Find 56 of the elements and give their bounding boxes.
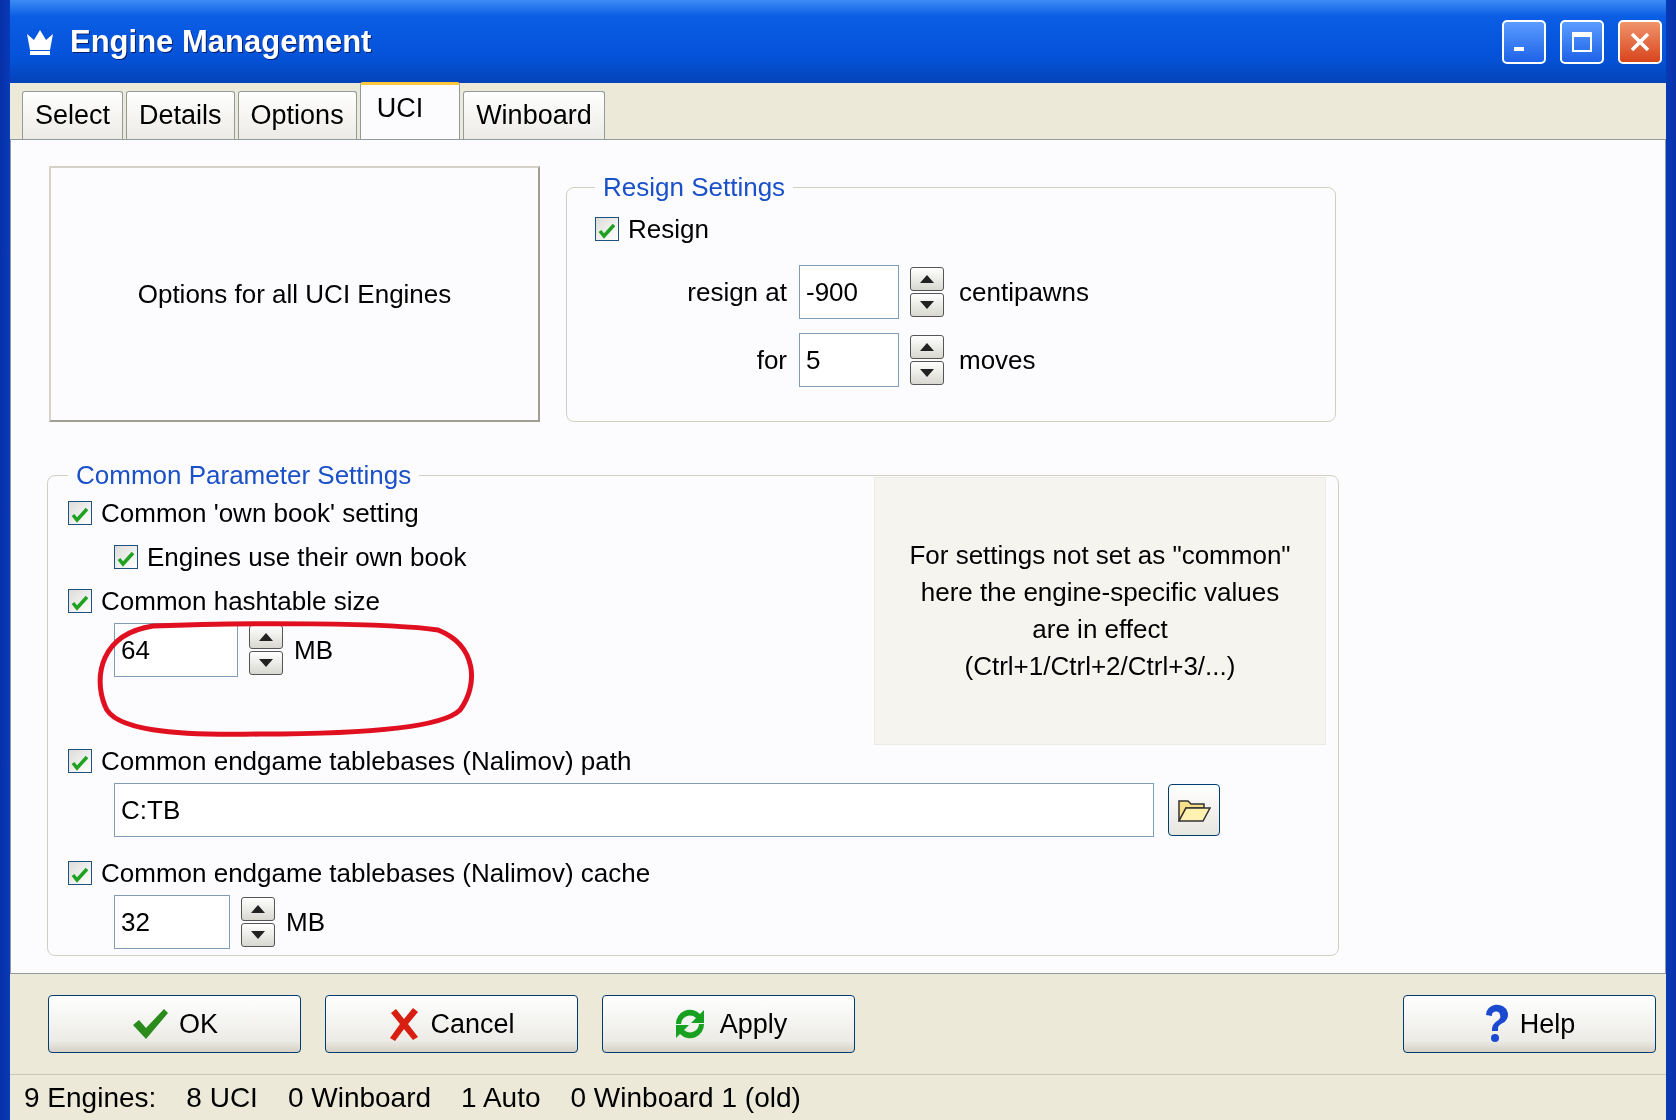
close-icon: [388, 1007, 421, 1041]
browse-button[interactable]: [1168, 784, 1220, 836]
spinner-buttons[interactable]: [907, 265, 947, 319]
number-field[interactable]: -900: [799, 265, 899, 319]
group-title: Resign Settings: [602, 172, 787, 203]
tab[interactable]: Select: [22, 91, 124, 139]
number-field[interactable]: 64: [114, 623, 238, 677]
checkbox-label[interactable]: Common endgame tablebases (Nalimov) cache: [101, 857, 651, 889]
tab[interactable]: Winboard: [463, 91, 605, 139]
checkbox[interactable]: [114, 545, 138, 569]
tab[interactable]: UCI: [359, 82, 461, 140]
spinner-buttons[interactable]: [246, 623, 286, 677]
dialog-button[interactable]: Cancel: [325, 995, 578, 1053]
status-text: 1 Auto: [461, 1081, 541, 1114]
minimize-button[interactable]: [1502, 19, 1546, 64]
unit-label: MB: [294, 634, 333, 666]
tab[interactable]: Details: [126, 91, 235, 139]
unit-label: centipawns: [959, 276, 1091, 308]
help-icon: [1483, 1004, 1510, 1044]
status-text: 9 Engines:: [24, 1081, 157, 1114]
checkbox[interactable]: [68, 589, 92, 613]
dialog-button[interactable]: Help: [1403, 995, 1656, 1053]
field-label: resign at: [686, 276, 788, 308]
status-text: 8 UCI: [186, 1081, 258, 1114]
folder-icon: [1177, 797, 1211, 823]
group-title: Common Parameter Settings: [75, 460, 413, 491]
info-note: For settings not set as "common" here the engine-specific values are in effect (Ctrl+1/Ctrl+2/Ctrl+3/...): [874, 477, 1326, 745]
unit-label: MB: [286, 906, 325, 938]
maximize-icon: [1570, 29, 1594, 54]
unit-label: moves: [959, 344, 1037, 376]
checkmark-icon: [131, 1007, 169, 1041]
checkbox-label[interactable]: Engines use their own book: [147, 541, 467, 573]
checkbox[interactable]: [68, 861, 92, 885]
checkbox-label[interactable]: Resign: [628, 213, 709, 245]
checkbox[interactable]: [68, 749, 92, 773]
checkbox-label[interactable]: Common 'own book' setting: [101, 497, 419, 529]
checkbox-label[interactable]: Common endgame tablebases (Nalimov) path: [101, 745, 632, 777]
dialog-button[interactable]: OK: [48, 995, 301, 1053]
number-field[interactable]: 5: [799, 333, 899, 387]
uci-options-button[interactable]: Options for all UCI Engines: [49, 166, 540, 422]
field-label: for: [755, 344, 788, 376]
status-text: 0 Winboard 1 (old): [570, 1081, 801, 1114]
dialog-button[interactable]: Apply: [602, 995, 855, 1053]
maximize-button[interactable]: [1560, 19, 1604, 64]
path-field[interactable]: C:TB: [114, 783, 1154, 837]
number-field[interactable]: 32: [114, 895, 230, 949]
status-text: 0 Winboard: [287, 1081, 432, 1114]
checkbox-label[interactable]: Common hashtable size: [101, 585, 380, 617]
tab[interactable]: Options: [237, 91, 357, 139]
checkbox[interactable]: [595, 217, 619, 241]
window-title: Engine Management: [70, 23, 373, 60]
checkbox[interactable]: [68, 501, 92, 525]
close-button[interactable]: [1618, 19, 1662, 64]
minimize-icon: [1514, 46, 1524, 51]
spinner-buttons[interactable]: [238, 895, 278, 949]
spinner-buttons[interactable]: [907, 333, 947, 387]
